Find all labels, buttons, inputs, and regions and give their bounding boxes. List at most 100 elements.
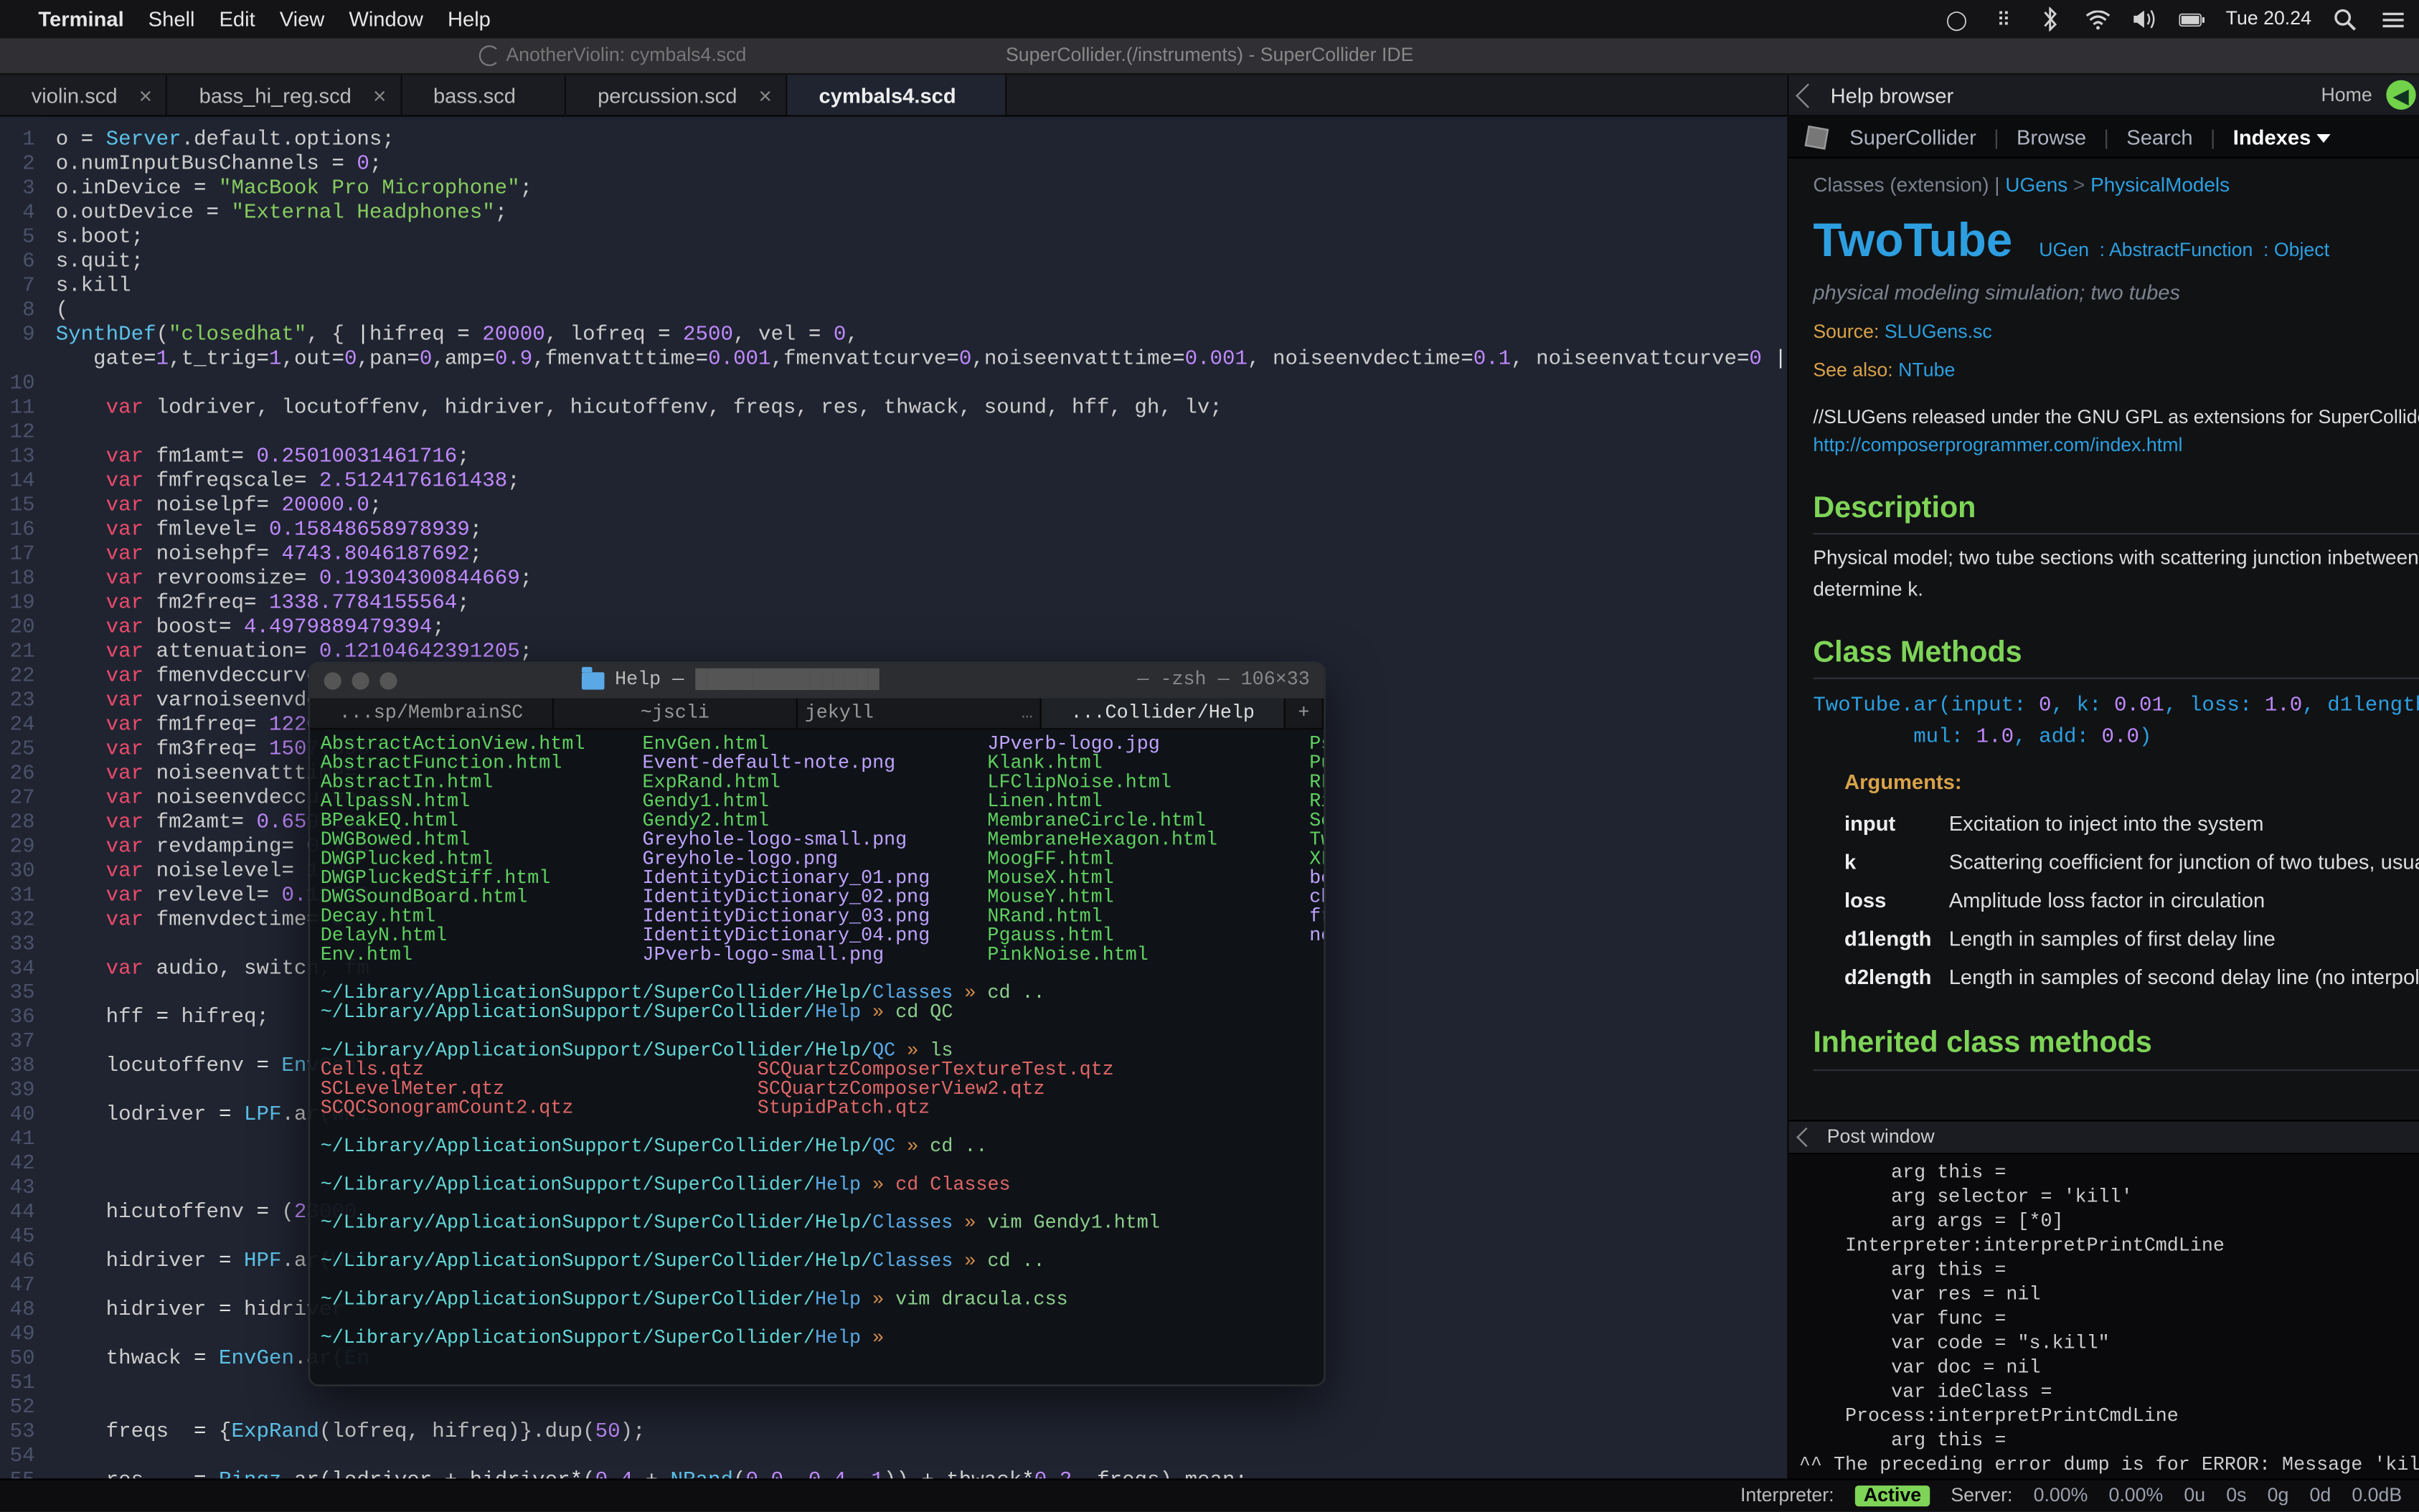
arg-name: d2length [1844,958,1949,996]
class-title: TwoTube [1813,206,2012,276]
traffic-close[interactable] [324,672,341,689]
description-heading: Description [1813,486,2419,535]
editor-tabs: violin.scd × bass_hi_reg.scd × bass.scd … [0,75,1787,116]
inherited-methods-heading: Inherited class methods [1813,1021,2419,1070]
bluetooth-icon[interactable] [2037,6,2063,32]
arg-desc: Scattering coefficient for junction of t… [1949,844,2419,882]
status-icon-flag[interactable]: ⠿ [1991,6,2017,32]
terminal-tab[interactable]: ...sp/MembrainSC [310,699,554,728]
arg-desc: Length in samples of first delay line [1949,920,2419,958]
arg-desc: Excitation to inject into the system [1949,805,2419,843]
terminal-new-tab[interactable]: + [1286,699,1324,728]
terminal-tab[interactable]: ...Collider/Help [1042,699,1286,728]
battery-icon[interactable] [2179,6,2205,32]
app-menu[interactable]: Terminal [38,7,123,32]
spotlight-icon[interactable] [2332,6,2358,32]
panel-collapse-icon[interactable] [1796,1128,1816,1147]
crumb-link-ugens[interactable]: UGens [2005,176,2067,197]
reload-icon[interactable] [478,45,499,66]
terminal-tabs: ...sp/MembrainSC ~jscli jekyll… ...Colli… [310,699,1324,730]
server-value-6: 0d [2310,1485,2331,1506]
server-value-1: 0.00% [2034,1485,2088,1506]
server-label: Server: [1951,1485,2012,1506]
close-icon[interactable]: × [139,82,152,108]
link-object[interactable]: Object [2274,241,2329,262]
class-subtitle: physical modeling simulation; two tubes [1813,276,2419,308]
post-window-title: Post window [1827,1127,1935,1148]
terminal-title: Help — ████████████████ [615,671,1127,691]
tab-label: percussion.scd [598,82,737,107]
link-abstractfunction[interactable]: AbstractFunction [2109,241,2253,262]
menubar-clock[interactable]: Tue 20.24 [2226,9,2311,29]
control-center-icon[interactable] [2380,6,2405,32]
toolbar-browse[interactable]: Browse [2017,125,2086,149]
traffic-lights[interactable] [324,672,397,689]
arg-desc: Length in samples of second delay line (… [1949,958,2419,996]
crumb-link-physical[interactable]: PhysicalModels [2090,176,2230,197]
menu-view[interactable]: View [280,7,325,32]
panel-collapse-icon[interactable] [1796,82,1820,107]
server-value-2: 0.00% [2109,1485,2164,1506]
line-gutter: 123456789 101112131415161718192021222324… [0,117,45,1512]
terminal-window[interactable]: Help — ████████████████ — -zsh — 106×33 … [308,662,1326,1386]
server-value-7: 0.0dB [2352,1485,2402,1506]
menu-edit[interactable]: Edit [219,7,255,32]
terminal-tab[interactable]: jekyll… [798,699,1042,728]
home-link[interactable]: Home [2321,85,2372,105]
toolbar-search[interactable]: Search [2126,125,2192,149]
close-icon[interactable]: × [373,82,386,108]
macos-menubar: Terminal Shell Edit View Window Help ◯ ⠿… [0,0,2419,38]
tab-bass[interactable]: bass.scd [402,75,566,115]
menu-help[interactable]: Help [448,7,491,32]
tab-percussion[interactable]: percussion.scd × [566,75,787,115]
help-browser-header: Help browser Home ◀ ▶ ⟳ [1788,75,2419,116]
post-window-content[interactable]: arg this = arg selector = 'kill' arg arg… [1788,1155,2419,1512]
wifi-icon[interactable] [2085,6,2111,32]
arg-name: loss [1844,882,1949,920]
terminal-tab[interactable]: ~jscli [554,699,798,728]
nav-back-button[interactable]: ◀ [2386,80,2415,110]
arguments-heading: Arguments: [1844,767,2419,798]
volume-icon[interactable] [2132,6,2158,32]
arg-name: input [1844,805,1949,843]
superclass-links: UGen: AbstractFunction: Object [2039,237,2339,266]
terminal-titlebar[interactable]: Help — ████████████████ — -zsh — 106×33 [310,663,1324,699]
terminal-title-meta: — -zsh — 106×33 [1137,671,1309,691]
terminal-content[interactable]: AbstractActionView.html EnvGen.html JPve… [310,729,1324,1384]
interpreter-status[interactable]: Active [1855,1485,1930,1506]
menu-shell[interactable]: Shell [148,7,195,32]
tab-violin[interactable]: violin.scd × [0,75,168,115]
source-line: Source: SLUGens.sc [1813,318,2419,347]
seealso-link[interactable]: NTube [1898,361,1955,382]
source-link[interactable]: SLUGens.sc [1885,322,1992,343]
description-text: Physical model; two tube sections with s… [1813,546,2419,606]
toolbar-indexes[interactable]: Indexes [2233,125,2330,149]
seealso-line: See also: NTube [1813,357,2419,386]
menu-window[interactable]: Window [349,7,423,32]
help-toolbar: SuperCollider | Browse | Search | Indexe… [1788,117,2419,159]
chevron-down-icon [2316,134,2330,143]
window-title: SuperCollider.(/instruments) - SuperColl… [1006,45,1414,66]
window-subtitle: AnotherViolin: cymbals4.scd [506,45,746,66]
post-window-header: Post window Auto Scroll [1788,1120,2419,1155]
close-icon[interactable]: × [759,82,772,108]
brand-label[interactable]: SuperCollider [1849,125,1976,149]
help-browser-title: Help browser [1831,82,1954,107]
tab-label: bass.scd [433,82,516,107]
tab-bass-hi-reg[interactable]: bass_hi_reg.scd × [168,75,402,115]
sc-cube-icon [1804,125,1829,149]
tab-cymbals4[interactable]: cymbals4.scd [788,75,1006,115]
link-ugen[interactable]: UGen [2039,241,2089,262]
traffic-max[interactable] [379,672,397,689]
folder-icon [582,672,605,689]
status-bar: Interpreter: Active Server: 0.00% 0.00% … [0,1478,2419,1511]
tab-label: bass_hi_reg.scd [199,82,352,107]
status-icon-circle[interactable]: ◯ [1943,6,1969,32]
author-link[interactable]: http://composerprogrammer.com/index.html [1813,436,2182,457]
traffic-min[interactable] [352,672,369,689]
server-value-3: 0u [2184,1485,2205,1506]
tab-label: violin.scd [32,82,118,107]
help-content[interactable]: Classes (extension) | UGens > PhysicalMo… [1788,159,2419,1120]
server-value-5: 0g [2268,1485,2289,1506]
arg-name: d1length [1844,920,1949,958]
